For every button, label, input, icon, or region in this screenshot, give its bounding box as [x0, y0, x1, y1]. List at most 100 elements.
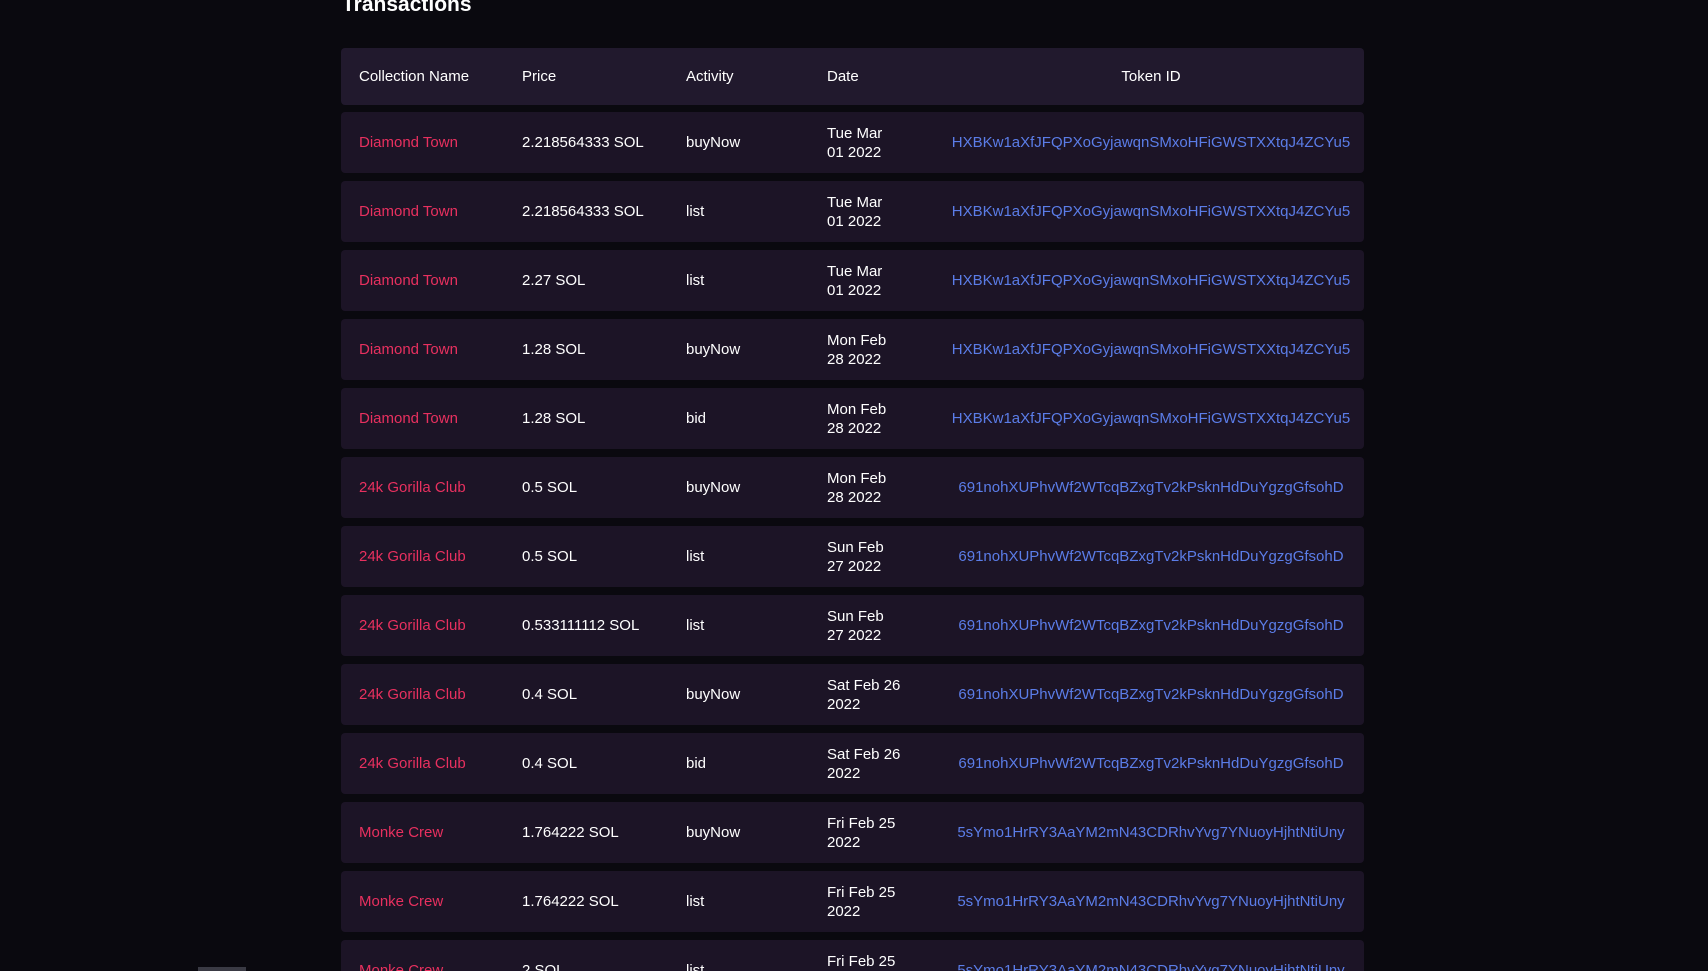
token-cell: HXBKw1aXfJFQPXoGyjawqnSMxoHFiGWSTXXtqJ4Z…	[941, 319, 1361, 380]
token-id-link[interactable]: 691nohXUPhvWf2WTcqBZxgTv2kPsknHdDuYgzgGf…	[958, 754, 1343, 773]
header-date: Date	[827, 68, 859, 85]
date-cell: Fri Feb 25 2022	[827, 952, 896, 970]
activity-cell: bid	[686, 410, 707, 427]
activity-cell: list	[686, 962, 705, 971]
header-token-id: Token ID	[1121, 68, 1181, 85]
price-cell: 0.533111112 SOL	[522, 617, 640, 634]
horizontal-scrollbar[interactable]	[198, 967, 246, 971]
token-id-link[interactable]: 691nohXUPhvWf2WTcqBZxgTv2kPsknHdDuYgzgGf…	[958, 685, 1343, 704]
activity-cell: buyNow	[686, 824, 741, 841]
token-id-link[interactable]: HXBKw1aXfJFQPXoGyjawqnSMxoHFiGWSTXXtqJ4Z…	[952, 133, 1350, 152]
token-id-link[interactable]: HXBKw1aXfJFQPXoGyjawqnSMxoHFiGWSTXXtqJ4Z…	[952, 202, 1350, 221]
activity-cell: buyNow	[686, 686, 741, 703]
token-cell: HXBKw1aXfJFQPXoGyjawqnSMxoHFiGWSTXXtqJ4Z…	[941, 181, 1361, 242]
collection-cell: Diamond Town	[359, 319, 509, 380]
table-row: Diamond Town 2.27 SOL list Tue Mar 01 2022 H…	[341, 250, 1364, 311]
activity-cell: bid	[686, 755, 707, 772]
section-title: Transactions	[342, 0, 472, 16]
token-id-link[interactable]: 691nohXUPhvWf2WTcqBZxgTv2kPsknHdDuYgzgGf…	[958, 478, 1343, 497]
token-cell: 5sYmo1HrRY3AaYM2mN43CDRhvYvg7YNuoyHjhtNt…	[941, 802, 1361, 863]
collection-link[interactable]: 24k Gorilla Club	[359, 547, 466, 566]
table-row: Diamond Town 2.218564333 SOL list Tue Mar 0…	[341, 181, 1364, 242]
token-id-link[interactable]: HXBKw1aXfJFQPXoGyjawqnSMxoHFiGWSTXXtqJ4Z…	[952, 340, 1350, 359]
date-cell: Mon Feb 28 2022	[827, 469, 887, 506]
price-cell: 2.218564333 SOL	[522, 134, 644, 151]
collection-link[interactable]: Diamond Town	[359, 133, 458, 152]
token-cell: HXBKw1aXfJFQPXoGyjawqnSMxoHFiGWSTXXtqJ4Z…	[941, 250, 1361, 311]
collection-cell: Monke Crew	[359, 802, 509, 863]
price-cell: 1.764222 SOL	[522, 824, 619, 841]
activity-cell: buyNow	[686, 479, 741, 496]
activity-cell: list	[686, 893, 705, 910]
date-cell: Tue Mar 01 2022	[827, 124, 883, 161]
price-cell: 0.5 SOL	[522, 479, 578, 496]
token-cell: 691nohXUPhvWf2WTcqBZxgTv2kPsknHdDuYgzgGf…	[941, 526, 1361, 587]
price-cell: 1.764222 SOL	[522, 893, 619, 910]
collection-cell: 24k Gorilla Club	[359, 526, 509, 587]
token-id-link[interactable]: 691nohXUPhvWf2WTcqBZxgTv2kPsknHdDuYgzgGf…	[958, 547, 1343, 566]
collection-cell: Diamond Town	[359, 250, 509, 311]
collection-link[interactable]: 24k Gorilla Club	[359, 685, 466, 704]
collection-link[interactable]: Diamond Town	[359, 202, 458, 221]
token-cell: HXBKw1aXfJFQPXoGyjawqnSMxoHFiGWSTXXtqJ4Z…	[941, 388, 1361, 449]
collection-link[interactable]: 24k Gorilla Club	[359, 616, 466, 635]
price-cell: 0.4 SOL	[522, 755, 578, 772]
price-cell: 1.28 SOL	[522, 341, 586, 358]
price-cell: 2 SOL	[522, 962, 565, 971]
token-id-link[interactable]: 5sYmo1HrRY3AaYM2mN43CDRhvYvg7YNuoyHjhtNt…	[957, 961, 1344, 971]
date-cell: Tue Mar 01 2022	[827, 262, 883, 299]
token-id-link[interactable]: 5sYmo1HrRY3AaYM2mN43CDRhvYvg7YNuoyHjhtNt…	[957, 892, 1344, 911]
collection-cell: Diamond Town	[359, 388, 509, 449]
table-row: 24k Gorilla Club 0.533111112 SOL list Sun F…	[341, 595, 1364, 656]
table-body: Diamond Town 2.218564333 SOL buyNow Tue Mar…	[341, 112, 1364, 971]
collection-link[interactable]: 24k Gorilla Club	[359, 754, 466, 773]
token-cell: 691nohXUPhvWf2WTcqBZxgTv2kPsknHdDuYgzgGf…	[941, 457, 1361, 518]
table-row: Monke Crew 1.764222 SOL list Fri Feb 25 202…	[341, 871, 1364, 932]
collection-cell: 24k Gorilla Club	[359, 595, 509, 656]
date-cell: Mon Feb 28 2022	[827, 331, 887, 368]
token-cell: 691nohXUPhvWf2WTcqBZxgTv2kPsknHdDuYgzgGf…	[941, 595, 1361, 656]
price-cell: 0.4 SOL	[522, 686, 578, 703]
header-activity: Activity	[686, 68, 734, 85]
date-cell: Sun Feb 27 2022	[827, 538, 884, 575]
date-cell: Sun Feb 27 2022	[827, 607, 884, 644]
token-id-link[interactable]: 5sYmo1HrRY3AaYM2mN43CDRhvYvg7YNuoyHjhtNt…	[957, 823, 1344, 842]
header-price: Price	[522, 68, 557, 85]
date-cell: Sat Feb 26 2022	[827, 745, 901, 782]
collection-link[interactable]: Monke Crew	[359, 892, 443, 911]
activity-cell: list	[686, 272, 705, 289]
table-header: Collection Name Price Activity Date Toke…	[341, 48, 1364, 105]
collection-link[interactable]: Monke Crew	[359, 961, 443, 971]
collection-cell: Monke Crew	[359, 940, 509, 971]
collection-link[interactable]: 24k Gorilla Club	[359, 478, 466, 497]
token-id-link[interactable]: 691nohXUPhvWf2WTcqBZxgTv2kPsknHdDuYgzgGf…	[958, 616, 1343, 635]
date-cell: Fri Feb 25 2022	[827, 883, 896, 920]
table-row: Monke Crew 1.764222 SOL buyNow Fri Feb 25 2…	[341, 802, 1364, 863]
activity-cell: buyNow	[686, 341, 741, 358]
activity-cell: list	[686, 203, 705, 220]
table-row: Diamond Town 1.28 SOL buyNow Mon Feb 28 202…	[341, 319, 1364, 380]
activity-cell: list	[686, 548, 705, 565]
activity-cell: list	[686, 617, 705, 634]
token-id-link[interactable]: HXBKw1aXfJFQPXoGyjawqnSMxoHFiGWSTXXtqJ4Z…	[952, 409, 1350, 428]
price-cell: 0.5 SOL	[522, 548, 578, 565]
transactions-table: Collection Name Price Activity Date Toke…	[341, 48, 1364, 971]
collection-cell: Diamond Town	[359, 181, 509, 242]
table-row: Diamond Town 1.28 SOL bid Mon Feb 28 2022 HX…	[341, 388, 1364, 449]
collection-link[interactable]: Monke Crew	[359, 823, 443, 842]
date-cell: Tue Mar 01 2022	[827, 193, 883, 230]
table-row: 24k Gorilla Club 0.4 SOL buyNow Sat Feb 26 …	[341, 664, 1364, 725]
collection-link[interactable]: Diamond Town	[359, 271, 458, 290]
collection-link[interactable]: Diamond Town	[359, 340, 458, 359]
token-cell: 691nohXUPhvWf2WTcqBZxgTv2kPsknHdDuYgzgGf…	[941, 733, 1361, 794]
header-collection-name: Collection Name	[359, 68, 470, 85]
token-cell: 5sYmo1HrRY3AaYM2mN43CDRhvYvg7YNuoyHjhtNt…	[941, 940, 1361, 971]
table-row: 24k Gorilla Club 0.5 SOL buyNow Mon Feb 28 …	[341, 457, 1364, 518]
table-row: 24k Gorilla Club 0.4 SOL bid Sat Feb 26 202…	[341, 733, 1364, 794]
collection-cell: 24k Gorilla Club	[359, 664, 509, 725]
token-cell: 5sYmo1HrRY3AaYM2mN43CDRhvYvg7YNuoyHjhtNt…	[941, 871, 1361, 932]
collection-link[interactable]: Diamond Town	[359, 409, 458, 428]
table-row: 24k Gorilla Club 0.5 SOL list Sun Feb 27 20…	[341, 526, 1364, 587]
token-id-link[interactable]: HXBKw1aXfJFQPXoGyjawqnSMxoHFiGWSTXXtqJ4Z…	[952, 271, 1350, 290]
collection-cell: Monke Crew	[359, 871, 509, 932]
